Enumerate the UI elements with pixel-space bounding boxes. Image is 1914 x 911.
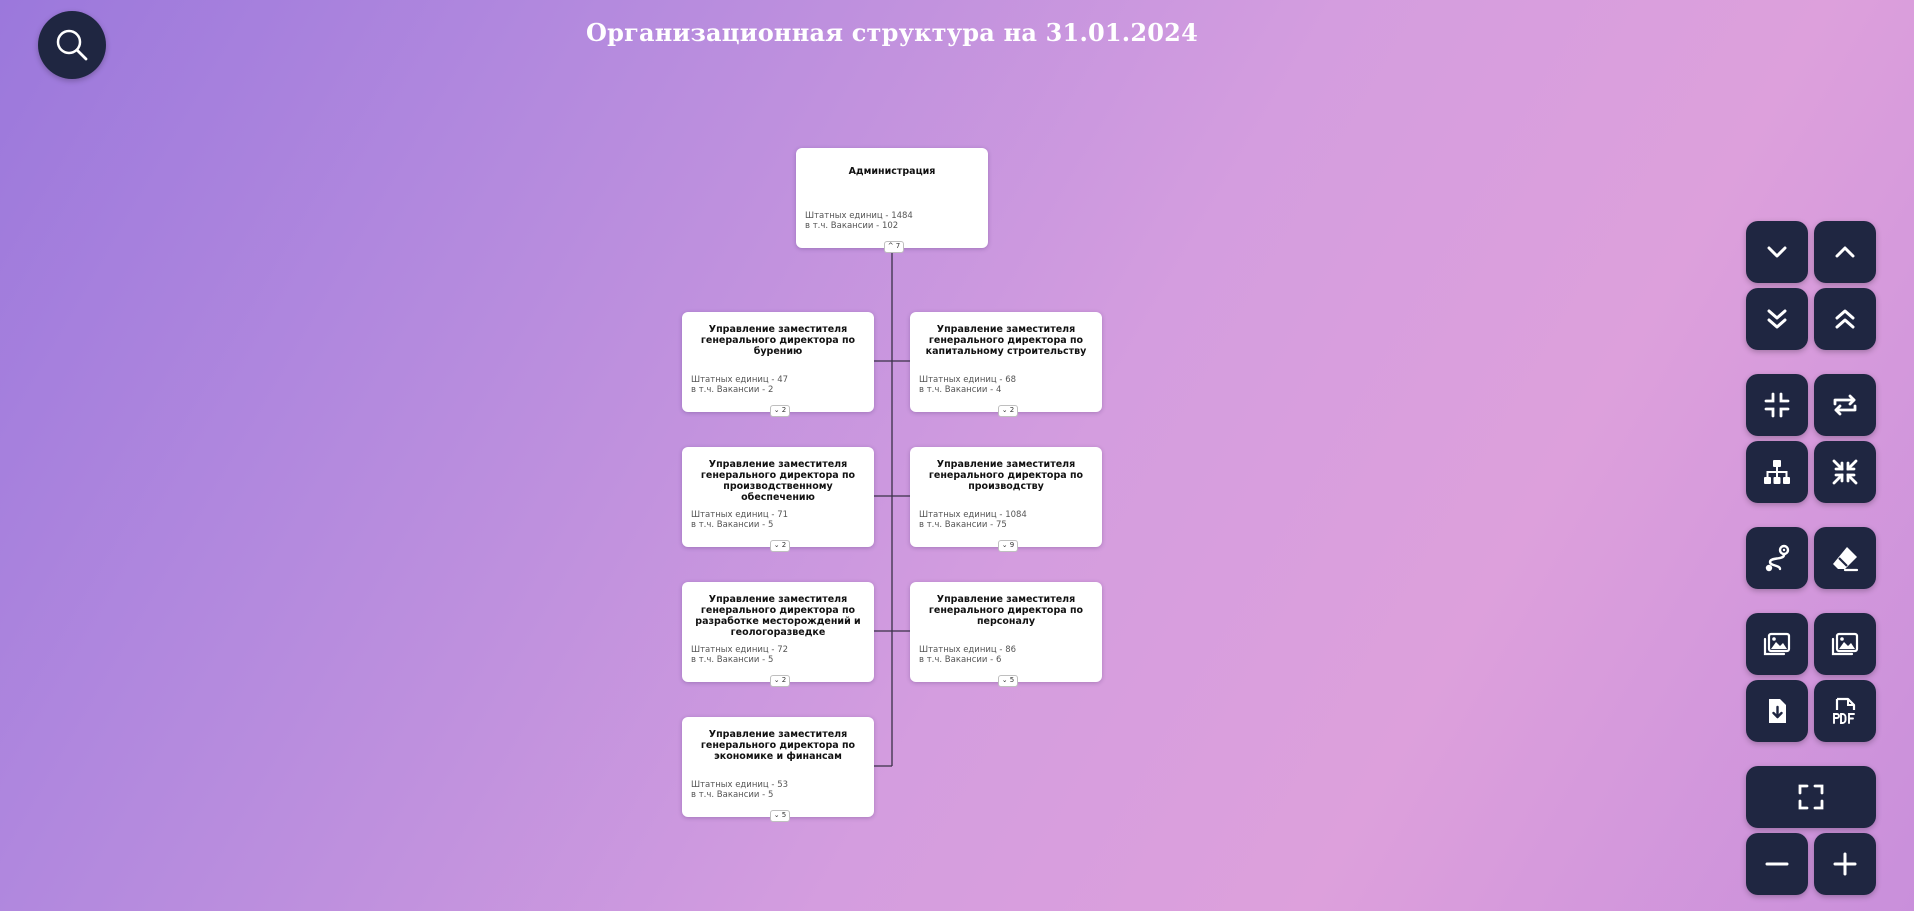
file-pdf-icon [1833, 697, 1856, 724]
node-title: Управление заместителя генерального дире… [700, 324, 856, 357]
double-chevron-down-icon [1767, 309, 1787, 329]
zoom-out-button[interactable] [1746, 833, 1808, 895]
expand-toggle[interactable]: ⌄ 2 [998, 405, 1018, 417]
plus-icon [1833, 852, 1857, 876]
search-icon [56, 29, 88, 61]
image-icon [1831, 632, 1859, 656]
collapse-all-icon [1832, 459, 1858, 485]
expand-toggle[interactable]: ⌄ 2 [770, 405, 790, 417]
node-title: Администрация [848, 166, 936, 177]
collapse-all-levels-button[interactable] [1746, 288, 1808, 350]
node-title: Управление заместителя генерального дире… [925, 324, 1087, 357]
export-image-alt-button[interactable] [1814, 613, 1876, 675]
route-button[interactable] [1746, 527, 1808, 589]
export-pdf-button[interactable] [1814, 680, 1876, 742]
expand-toggle[interactable]: ⌄ 5 [998, 675, 1018, 687]
fullscreen-icon [1798, 784, 1824, 810]
org-node-finance[interactable]: Управление заместителя генерального дире… [682, 717, 874, 822]
expand-all-levels-button[interactable] [1814, 288, 1876, 350]
swap-orientation-button[interactable] [1814, 374, 1876, 436]
expand-toggle[interactable]: ⌄ 5 [770, 810, 790, 822]
node-stats: Штатных единиц - 71 в т.ч. Вакансии - 5 [691, 510, 789, 530]
node-title: Управление заместителя генерального дире… [928, 459, 1084, 492]
zoom-in-button[interactable] [1814, 833, 1876, 895]
page-title: Организационная структура на 31.01.2024 [586, 18, 1198, 47]
file-download-icon [1769, 699, 1786, 723]
expand-toggle[interactable]: ⌄ 2 [770, 540, 790, 552]
node-stats: Штатных единиц - 68 в т.ч. Вакансии - 4 [919, 375, 1017, 395]
org-node-supply[interactable]: Управление заместителя генерального дире… [682, 447, 874, 552]
search-button[interactable] [38, 11, 106, 79]
node-stats: Штатных единиц - 47 в т.ч. Вакансии - 2 [691, 375, 789, 395]
compress-icon [1764, 392, 1790, 418]
node-stats: Штатных единиц - 1484 в т.ч. Вакансии - … [805, 211, 913, 231]
org-node-personnel[interactable]: Управление заместителя генерального дире… [910, 582, 1102, 687]
image-icon [1763, 632, 1791, 656]
expand-toggle[interactable]: ⌄ 9 [998, 540, 1018, 552]
chevron-up-icon [1835, 246, 1855, 258]
org-node-drilling[interactable]: Управление заместителя генерального дире… [682, 312, 874, 417]
eraser-button[interactable] [1814, 527, 1876, 589]
chevron-down-icon [1767, 246, 1787, 258]
node-stats: Штатных единиц - 86 в т.ч. Вакансии - 6 [919, 645, 1017, 665]
org-node-production[interactable]: Управление заместителя генерального дире… [910, 447, 1102, 552]
minus-icon [1765, 862, 1789, 866]
expand-toggle[interactable]: ⌄ 2 [770, 675, 790, 687]
fullscreen-button[interactable] [1746, 766, 1876, 828]
node-title: Управление заместителя генерального дире… [700, 459, 856, 503]
hierarchy-icon [1764, 460, 1790, 484]
node-title: Управление заместителя генерального дире… [928, 594, 1084, 627]
download-file-button[interactable] [1746, 680, 1808, 742]
compress-button[interactable] [1746, 374, 1808, 436]
collapse-all-button[interactable] [1814, 441, 1876, 503]
node-stats: Штатных единиц - 72 в т.ч. Вакансии - 5 [691, 645, 789, 665]
org-node-construction[interactable]: Управление заместителя генерального дире… [910, 312, 1102, 417]
double-chevron-up-icon [1835, 309, 1855, 329]
eraser-icon [1833, 547, 1859, 572]
node-title: Управление заместителя генерального дире… [700, 729, 856, 762]
node-title: Управление заместителя генерального дире… [695, 594, 861, 638]
route-icon [1765, 544, 1790, 572]
org-node-root[interactable]: Администрация Штатных единиц - 1484 в т.… [796, 148, 988, 253]
org-node-geology[interactable]: Управление заместителя генерального дире… [682, 582, 874, 687]
node-stats: Штатных единиц - 1084 в т.ч. Вакансии - … [919, 510, 1027, 530]
swap-icon [1833, 394, 1857, 416]
expand-level-button[interactable] [1814, 221, 1876, 283]
node-stats: Штатных единиц - 53 в т.ч. Вакансии - 5 [691, 780, 789, 800]
collapse-toggle[interactable]: ^ 7 [884, 241, 904, 253]
export-image-button[interactable] [1746, 613, 1808, 675]
tree-layout-button[interactable] [1746, 441, 1808, 503]
collapse-level-button[interactable] [1746, 221, 1808, 283]
